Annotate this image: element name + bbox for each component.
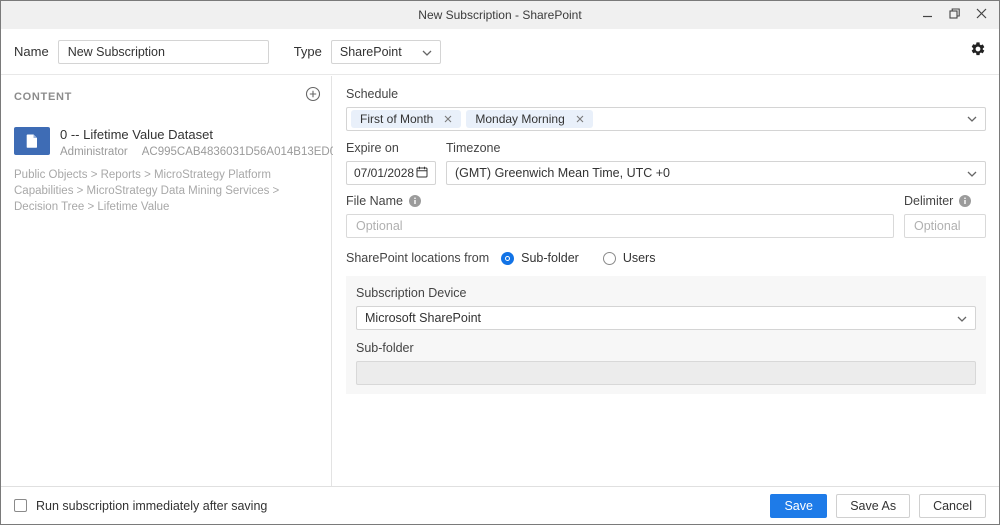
schedule-tag-label: Monday Morning <box>475 112 564 126</box>
timezone-label: Timezone <box>446 141 986 155</box>
timezone-select[interactable]: (GMT) Greenwich Mean Time, UTC +0 <box>446 161 986 185</box>
radio-selected-icon <box>501 252 514 265</box>
content-item[interactable]: 0 -- Lifetime Value Dataset Administrato… <box>14 127 318 158</box>
type-label: Type <box>294 44 322 59</box>
chevron-down-icon <box>967 116 977 122</box>
schedule-tag-label: First of Month <box>360 112 433 126</box>
info-icon[interactable] <box>409 195 421 207</box>
locations-row: SharePoint locations from Sub-folder Use… <box>346 251 986 265</box>
window-controls <box>914 1 995 29</box>
name-label: Name <box>14 44 49 59</box>
restore-button[interactable] <box>941 1 968 29</box>
file-name-input[interactable] <box>346 214 894 238</box>
device-select[interactable]: Microsoft SharePoint <box>356 306 976 330</box>
content-item-title: 0 -- Lifetime Value Dataset <box>60 127 318 142</box>
chevron-down-icon <box>957 311 967 325</box>
chevron-down-icon <box>967 166 977 180</box>
delimiter-field: Delimiter <box>904 194 986 238</box>
schedule-tag: First of Month <box>351 110 461 128</box>
subscription-header-row: Name Type SharePoint <box>1 29 999 75</box>
type-value: SharePoint <box>340 45 402 59</box>
footer-bar: Run subscription immediately after savin… <box>1 486 999 524</box>
radio-option-users[interactable]: Users <box>603 251 656 265</box>
file-name-label: File Name <box>346 194 403 208</box>
schedule-tag: Monday Morning <box>466 110 592 128</box>
expire-label: Expire on <box>346 141 436 155</box>
close-icon <box>976 8 987 22</box>
radio-option-label: Sub-folder <box>521 251 579 265</box>
gear-icon <box>970 41 986 62</box>
type-select[interactable]: SharePoint <box>331 40 441 64</box>
save-as-button[interactable]: Save As <box>836 494 910 518</box>
subscription-form: Schedule First of Month Monday Morning E… <box>333 76 999 486</box>
content-item-owner: Administrator <box>60 146 128 158</box>
footer-buttons: Save Save As Cancel <box>770 494 986 518</box>
timezone-value: (GMT) Greenwich Mean Time, UTC +0 <box>455 166 670 180</box>
locations-radio-group: Sub-folder Users <box>501 251 679 265</box>
close-button[interactable] <box>968 1 995 29</box>
window-title: New Subscription - SharePoint <box>418 8 581 22</box>
save-button[interactable]: Save <box>770 494 827 518</box>
add-content-button[interactable] <box>305 86 321 107</box>
report-document-icon <box>14 127 50 155</box>
cancel-button[interactable]: Cancel <box>919 494 986 518</box>
minimize-icon <box>922 8 933 22</box>
subfolder-label: Sub-folder <box>356 341 976 355</box>
remove-tag-icon[interactable] <box>444 115 452 123</box>
new-subscription-dialog: New Subscription - SharePoint <box>0 0 1000 525</box>
device-panel: Subscription Device Microsoft SharePoint… <box>346 276 986 394</box>
timezone-field: Timezone (GMT) Greenwich Mean Time, UTC … <box>446 141 986 185</box>
titlebar: New Subscription - SharePoint <box>1 1 999 29</box>
run-immediately-label: Run subscription immediately after savin… <box>36 499 267 513</box>
remove-tag-icon[interactable] <box>576 115 584 123</box>
locations-label: SharePoint locations from <box>346 251 489 265</box>
expire-date-value: 07/01/2028 <box>354 166 414 180</box>
calendar-icon[interactable] <box>416 166 428 181</box>
delimiter-input[interactable] <box>904 214 986 238</box>
content-item-id: AC995CAB4836031D56A014B13ED06CA4 <box>142 146 365 158</box>
run-immediately-checkbox[interactable] <box>14 499 27 512</box>
expire-field: Expire on 07/01/2028 <box>346 141 436 185</box>
settings-button[interactable] <box>970 41 986 62</box>
info-icon[interactable] <box>959 195 971 207</box>
restore-icon <box>949 8 960 22</box>
minimize-button[interactable] <box>914 1 941 29</box>
delimiter-label: Delimiter <box>904 194 953 208</box>
subfolder-input <box>356 361 976 385</box>
radio-unselected-icon <box>603 252 616 265</box>
content-panel: CONTENT 0 -- Lifetime Value Dataset Admi… <box>1 76 332 486</box>
chevron-down-icon <box>422 45 432 59</box>
device-label: Subscription Device <box>356 286 976 300</box>
file-name-field: File Name <box>346 194 894 238</box>
content-panel-title: CONTENT <box>14 91 72 103</box>
schedule-label: Schedule <box>346 87 986 101</box>
name-input[interactable] <box>58 40 269 64</box>
content-item-meta: Administrator AC995CAB4836031D56A014B13E… <box>60 146 318 158</box>
radio-option-label: Users <box>623 251 656 265</box>
schedule-multiselect[interactable]: First of Month Monday Morning <box>346 107 986 131</box>
content-item-text: 0 -- Lifetime Value Dataset Administrato… <box>60 127 318 158</box>
content-item-path: Public Objects > Reports > MicroStrategy… <box>14 167 318 215</box>
expire-date-input[interactable]: 07/01/2028 <box>346 161 436 185</box>
radio-option-sub-folder[interactable]: Sub-folder <box>501 251 579 265</box>
content-panel-header: CONTENT <box>1 76 331 107</box>
device-value: Microsoft SharePoint <box>365 311 481 325</box>
